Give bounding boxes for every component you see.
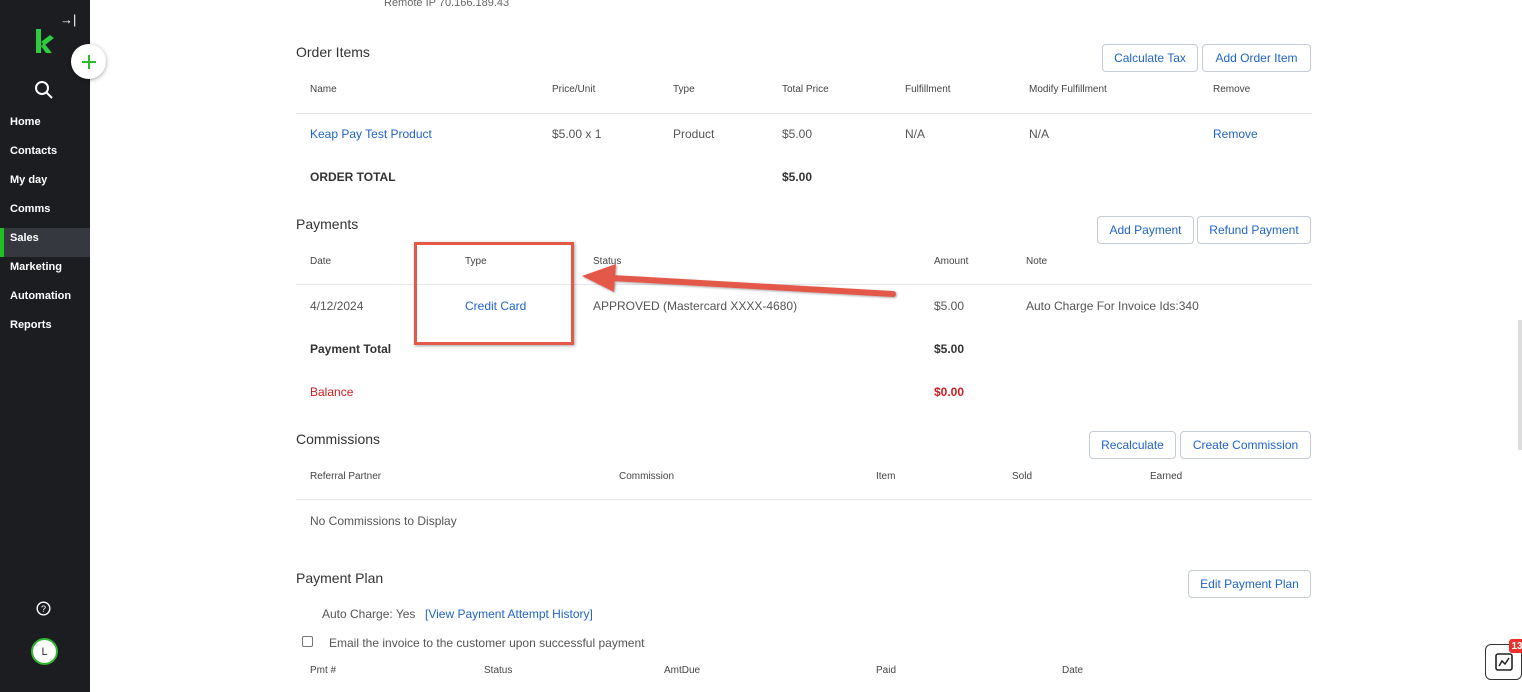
col-price-unit: Price/Unit (552, 84, 596, 95)
payment-note: Auto Charge For Invoice Ids:340 (1026, 299, 1199, 313)
edit-payment-plan-button[interactable]: Edit Payment Plan (1188, 570, 1311, 598)
notification-badge: 13 (1509, 639, 1522, 653)
col-date: Date (310, 256, 332, 267)
sidebar-nav: Home Contacts My day Comms Sales Marketi… (0, 112, 90, 344)
chat-widget-icon (1494, 653, 1513, 671)
annotation-arrow-icon (582, 264, 896, 297)
add-order-item-button[interactable]: Add Order Item (1202, 44, 1311, 72)
col-remove: Remove (1213, 84, 1251, 95)
calculate-tax-button[interactable]: Calculate Tax (1102, 44, 1198, 72)
payments-title: Payments (296, 216, 359, 232)
commissions-title: Commissions (296, 431, 381, 447)
add-payment-button[interactable]: Add Payment (1097, 216, 1194, 244)
scrollbar[interactable] (1518, 320, 1522, 450)
remote-ip: Remote IP 70.166.189.43 (384, 0, 510, 9)
payment-plan-title: Payment Plan (296, 570, 384, 586)
quick-add-button[interactable] (71, 44, 106, 79)
order-total-value: $5.00 (782, 170, 813, 184)
divider (296, 499, 1312, 500)
col-total-price: Total Price (782, 84, 829, 95)
modify-fulfillment-value: N/A (1029, 127, 1050, 141)
sidebar-item-my-day[interactable]: My day (0, 170, 90, 199)
collapse-sidebar-icon[interactable]: →| (60, 12, 76, 27)
sidebar-item-automation[interactable]: Automation (0, 286, 90, 315)
price-unit-value: $5.00 x 1 (552, 127, 602, 141)
total-price-value: $5.00 (782, 127, 813, 141)
col-name: Name (310, 84, 337, 95)
search-icon[interactable] (34, 80, 54, 100)
col-modify-fulfillment: Modify Fulfillment (1029, 84, 1107, 95)
plus-icon (81, 54, 96, 69)
auto-charge-label: Auto Charge: Yes (322, 607, 416, 621)
col-note: Note (1026, 256, 1048, 267)
keap-logo-icon[interactable] (34, 29, 54, 53)
col-pmt-num: Pmt # (310, 665, 337, 676)
col-type: Type (673, 84, 695, 95)
col-status: Status (484, 665, 513, 676)
col-amt-due: AmtDue (664, 665, 701, 676)
product-link[interactable]: Keap Pay Test Product (310, 127, 432, 141)
col-fulfillment: Fulfillment (905, 84, 951, 95)
svg-text:?: ? (41, 604, 46, 614)
col-earned: Earned (1150, 471, 1183, 482)
col-sold: Sold (1012, 471, 1033, 482)
payment-total-label: Payment Total (310, 342, 392, 356)
email-invoice-checkbox[interactable] (302, 636, 313, 647)
empty-commissions: No Commissions to Display (310, 514, 457, 528)
sidebar-item-reports[interactable]: Reports (0, 315, 90, 344)
col-paid: Paid (876, 665, 897, 676)
order-total-label: ORDER TOTAL (310, 170, 396, 184)
col-item: Item (876, 471, 896, 482)
col-amount: Amount (934, 256, 969, 267)
col-referral-partner: Referral Partner (310, 471, 382, 482)
payment-amount: $5.00 (934, 299, 965, 313)
divider (296, 113, 1312, 114)
sidebar-item-marketing[interactable]: Marketing (0, 257, 90, 286)
payment-date: 4/12/2024 (310, 299, 364, 313)
help-icon[interactable]: ? (36, 601, 51, 616)
payment-total-value: $5.00 (934, 342, 965, 356)
email-invoice-label: Email the invoice to the customer upon s… (329, 636, 645, 650)
type-value: Product (673, 127, 715, 141)
balance-value: $0.00 (934, 385, 965, 399)
fulfillment-value: N/A (905, 127, 926, 141)
sidebar-item-contacts[interactable]: Contacts (0, 141, 90, 170)
recalculate-button[interactable]: Recalculate (1089, 431, 1176, 459)
refund-payment-button[interactable]: Refund Payment (1197, 216, 1311, 244)
order-items-title: Order Items (296, 44, 370, 60)
avatar[interactable]: L (31, 638, 58, 665)
col-commission: Commission (619, 471, 675, 482)
sidebar-item-sales[interactable]: Sales (0, 228, 90, 257)
sidebar-item-home[interactable]: Home (0, 112, 90, 141)
create-commission-button[interactable]: Create Commission (1180, 431, 1311, 459)
sidebar: →| Home Contacts My day Comms Sales Mark… (0, 0, 90, 692)
col-date: Date (1062, 665, 1084, 676)
remove-link[interactable]: Remove (1213, 127, 1258, 141)
payment-attempt-history-link[interactable]: [View Payment Attempt History] (425, 607, 593, 621)
sidebar-item-comms[interactable]: Comms (0, 199, 90, 228)
balance-label: Balance (310, 385, 354, 399)
highlight-box (414, 242, 574, 345)
